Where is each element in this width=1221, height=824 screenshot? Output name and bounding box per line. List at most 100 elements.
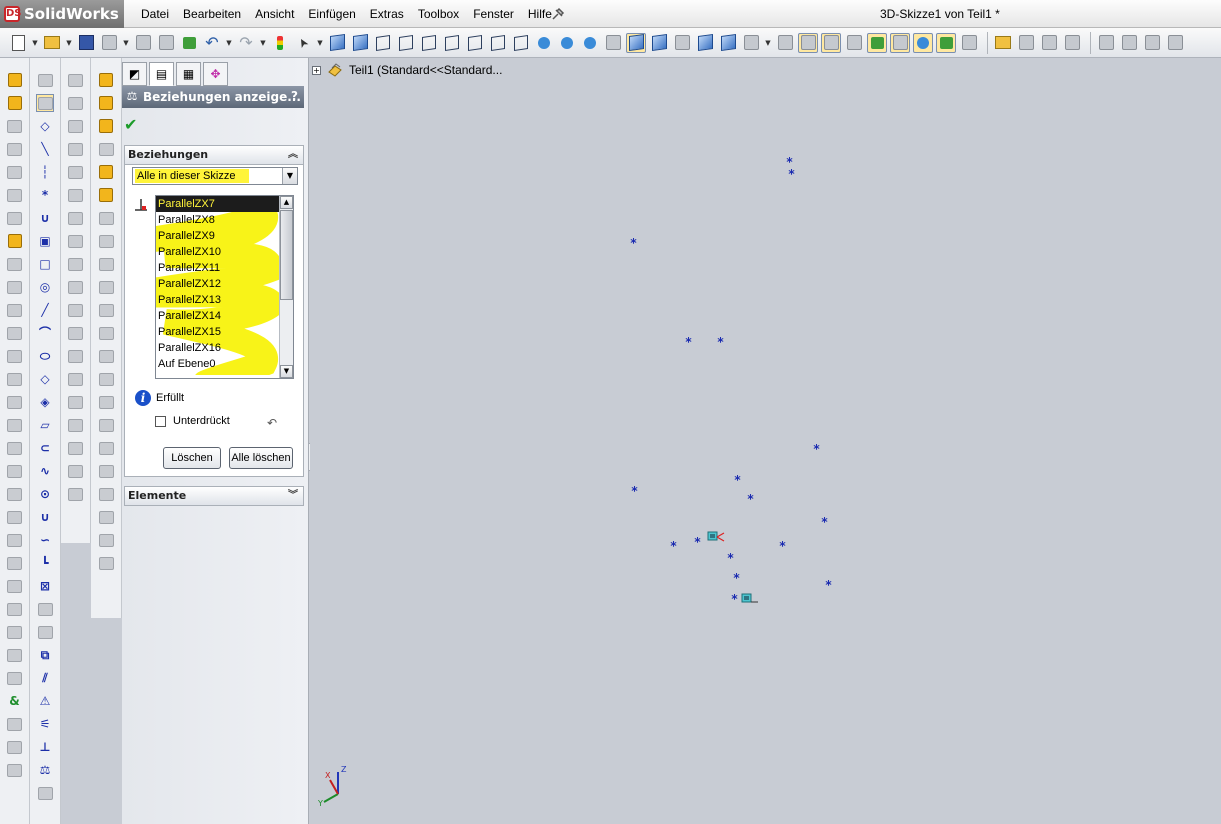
rebuild-icon[interactable] bbox=[179, 33, 199, 53]
tangent-arc-icon[interactable]: ⌒ bbox=[37, 325, 53, 341]
feature-tree-root[interactable]: + Teil1 (Standard<<Standard... bbox=[310, 62, 502, 78]
decal-icon[interactable] bbox=[1016, 33, 1036, 53]
feature-icon[interactable] bbox=[7, 394, 23, 410]
wireframe-icon[interactable] bbox=[626, 32, 646, 53]
reference-icon[interactable] bbox=[98, 256, 114, 272]
relation-list-item[interactable]: ParallelZX10 bbox=[156, 244, 293, 260]
relation-list-item[interactable]: ParallelZX8 bbox=[156, 212, 293, 228]
print-icon[interactable] bbox=[99, 33, 119, 53]
scene-icon[interactable] bbox=[1039, 33, 1059, 53]
reference-icon[interactable] bbox=[98, 187, 114, 203]
view-sketch-relations-icon[interactable] bbox=[867, 32, 887, 53]
shaded-edges-icon[interactable] bbox=[695, 33, 715, 53]
select-cursor-icon[interactable] bbox=[293, 33, 313, 53]
chevron-down-icon[interactable]: ▼ bbox=[282, 168, 297, 184]
sketch-point[interactable]: * bbox=[820, 516, 829, 528]
relation-glyph-icon[interactable] bbox=[741, 593, 759, 605]
options-icon[interactable] bbox=[156, 33, 176, 53]
relations-list[interactable]: ParallelZX7 ParallelZX8 ParallelZX9 Paralle… bbox=[155, 195, 294, 379]
collapse-chevron-icon[interactable]: ︽ bbox=[288, 146, 298, 164]
chevron-down-icon[interactable]: ▼ bbox=[316, 33, 324, 53]
rectangle-icon[interactable]: □ bbox=[37, 256, 53, 272]
menu-item-datei[interactable]: Datei bbox=[134, 7, 176, 21]
reference-icon[interactable] bbox=[98, 348, 114, 364]
centerline-icon[interactable]: ┆ bbox=[37, 164, 53, 180]
ellipse-icon[interactable]: ⬭ bbox=[37, 348, 53, 364]
feature-icon[interactable]: & bbox=[7, 693, 23, 709]
relation-list-item[interactable]: ParallelZX12 bbox=[156, 276, 293, 292]
surface-icon[interactable] bbox=[68, 440, 84, 456]
intersection-icon[interactable]: ⫽ bbox=[37, 670, 53, 686]
point-icon[interactable]: * bbox=[37, 187, 53, 203]
save-icon[interactable] bbox=[76, 33, 96, 53]
feature-icon[interactable] bbox=[7, 463, 23, 479]
reference-icon[interactable] bbox=[98, 141, 114, 157]
scroll-down-icon[interactable]: ▼ bbox=[280, 365, 293, 378]
reference-icon[interactable] bbox=[98, 325, 114, 341]
view-lights-icon[interactable] bbox=[936, 32, 956, 53]
polygon-center-icon[interactable]: ◈ bbox=[37, 394, 53, 410]
zoom-area-icon[interactable] bbox=[580, 33, 600, 53]
feature-icon[interactable] bbox=[7, 762, 23, 778]
feature-icon[interactable] bbox=[7, 279, 23, 295]
relation-list-item[interactable]: ParallelZX14 bbox=[156, 308, 293, 324]
surface-icon[interactable] bbox=[68, 72, 84, 88]
mirror-entities-icon[interactable]: ⚟ bbox=[37, 716, 53, 732]
view-points-icon[interactable] bbox=[821, 32, 841, 53]
reference-icon[interactable] bbox=[98, 210, 114, 226]
suppressed-checkbox[interactable] bbox=[155, 415, 166, 427]
surface-icon[interactable] bbox=[68, 348, 84, 364]
smart-dimension-icon[interactable]: ◇ bbox=[37, 118, 53, 134]
relation-list-item[interactable]: ParallelZX13 bbox=[156, 292, 293, 308]
feature-icon[interactable] bbox=[7, 670, 23, 686]
sketch-point[interactable]: * bbox=[778, 540, 787, 552]
feature-icon[interactable] bbox=[7, 647, 23, 663]
view-annotations-icon[interactable] bbox=[913, 32, 933, 53]
help-button[interactable]: ? bbox=[291, 89, 298, 103]
appearance-icon[interactable] bbox=[993, 33, 1013, 53]
feature-icon[interactable] bbox=[7, 555, 23, 571]
reference-icon[interactable] bbox=[98, 532, 114, 548]
sketch-point[interactable]: * bbox=[730, 593, 739, 605]
view-sketches-icon[interactable] bbox=[890, 32, 910, 53]
surface-icon[interactable] bbox=[68, 164, 84, 180]
menu-item-bearbeiten[interactable]: Bearbeiten bbox=[176, 7, 248, 21]
extend-icon[interactable] bbox=[1165, 33, 1185, 53]
surface-icon[interactable] bbox=[68, 325, 84, 341]
relation-list-item[interactable]: Auf Ebene0 bbox=[156, 356, 293, 372]
chevron-down-icon[interactable]: ▼ bbox=[122, 33, 130, 53]
sketch-point[interactable]: * bbox=[746, 493, 755, 505]
surface-icon[interactable] bbox=[68, 371, 84, 387]
pin-icon[interactable] bbox=[550, 6, 566, 22]
reference-icon[interactable] bbox=[98, 555, 114, 571]
sketch-point[interactable]: * bbox=[785, 156, 794, 168]
shaded-icon[interactable] bbox=[672, 33, 692, 53]
sketch-point[interactable]: * bbox=[732, 572, 741, 584]
chevron-down-icon[interactable]: ▼ bbox=[764, 33, 772, 53]
sketch-point[interactable]: * bbox=[726, 552, 735, 564]
view-normal-icon[interactable] bbox=[534, 33, 554, 53]
corner-icon[interactable]: ┗ bbox=[37, 555, 53, 571]
relations-filter-select[interactable]: Alle in dieser Skizze ▼ bbox=[132, 167, 298, 185]
surface-icon[interactable] bbox=[68, 233, 84, 249]
reference-icon[interactable] bbox=[98, 486, 114, 502]
relation-list-item[interactable]: ParallelZX9 bbox=[156, 228, 293, 244]
convert-entities-icon[interactable]: ⧉ bbox=[37, 647, 53, 663]
delete-all-button[interactable]: Alle löschen bbox=[229, 447, 293, 469]
feature-icon[interactable] bbox=[7, 440, 23, 456]
sketch-point[interactable]: * bbox=[733, 474, 742, 486]
spline-icon[interactable]: ∿ bbox=[37, 463, 53, 479]
feature-icon[interactable] bbox=[7, 118, 23, 134]
rotate-icon[interactable] bbox=[741, 33, 761, 53]
feature-icon[interactable] bbox=[7, 187, 23, 203]
reference-icon[interactable] bbox=[98, 95, 114, 111]
circular-pattern-icon[interactable] bbox=[37, 624, 53, 640]
sketch-point[interactable]: * bbox=[716, 336, 725, 348]
reference-icon[interactable] bbox=[98, 164, 114, 180]
line-icon[interactable]: ╲ bbox=[37, 141, 53, 157]
sketch-point[interactable]: * bbox=[693, 536, 702, 548]
wave-icon[interactable]: ∽ bbox=[37, 532, 53, 548]
center-rectangle-icon[interactable]: ▣ bbox=[37, 233, 53, 249]
surface-icon[interactable] bbox=[68, 95, 84, 111]
relation-glyph-icon[interactable] bbox=[707, 531, 725, 543]
